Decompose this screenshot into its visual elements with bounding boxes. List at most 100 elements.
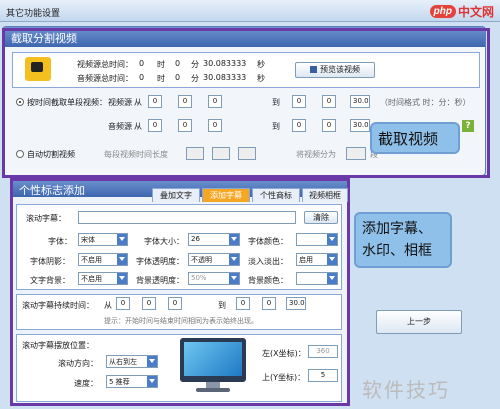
subtitle-input[interactable] [78,211,296,224]
font-select[interactable]: 宋体 [78,233,128,246]
top-y-input[interactable]: 5 [308,369,338,382]
audio-to-h[interactable]: 0 [292,119,306,132]
video-total-label: 视频源总时间： [77,60,133,69]
video-to-s[interactable]: 30.0 [350,95,370,108]
font-color-picker[interactable] [296,233,338,246]
audio-total-s-unit: 秒 [257,74,265,83]
audio-to-label: 到 [272,122,280,131]
auto-split-label: 自动切割视频 [27,150,75,159]
fade-select[interactable]: 启用 [296,253,338,266]
video-total-h-unit: 时 [157,60,165,69]
video-from-label: 从 [134,98,142,107]
preview-video-label: 预览该视频 [320,65,360,74]
duration-to-s[interactable]: 30.0 [286,297,306,310]
duration-from-h[interactable]: 0 [116,297,130,310]
duration-from-label: 从 [104,301,112,310]
duration-to-label: 到 [218,301,226,310]
subtitle-label: 滚动字幕： [26,214,66,223]
audio-total-m-unit: 分 [191,74,199,83]
logo-cn: 中文网 [457,4,494,19]
tab-add-subtitle[interactable]: 添加字幕 [202,188,250,202]
tab-bar: 叠加文字 添加字幕 个性商标 视频相框 [152,188,350,202]
manual-clip-radio[interactable] [16,98,24,106]
size-select[interactable]: 26 [188,233,240,246]
chevron-down-icon [329,237,335,241]
opacity-select[interactable]: 不透明 [188,253,240,266]
chevron-down-icon [149,379,155,383]
bg-value: 不启用 [81,275,102,283]
tab-custom-logo[interactable]: 个性商标 [252,188,300,202]
title-bar: 其它功能设置 php 中文网 [0,0,500,22]
duration-from-m[interactable]: 0 [142,297,156,310]
duration-to-m[interactable]: 0 [262,297,276,310]
chevron-down-icon [149,359,155,363]
logo-callout: 添加字幕、 水印、相框 [354,212,452,268]
bg-label: 文字背景： [30,276,70,285]
audio-from-m[interactable]: 0 [178,119,192,132]
opacity-value: 不透明 [191,256,212,264]
audio-from-h[interactable]: 0 [148,119,162,132]
chevron-down-icon [119,257,125,261]
left-x-label: 左(X坐标)： [262,349,306,358]
color-label: 字体颜色： [248,237,288,246]
auto-split-radio[interactable] [16,150,24,158]
time-format-hint: （时间格式 时：分：秒） [380,98,471,107]
tab-video-frame[interactable]: 视频相框 [302,188,348,202]
bg-color-label: 背景颜色： [248,276,288,285]
speed-select[interactable]: 5 推荐 [106,375,158,388]
tab-overlay-text[interactable]: 叠加文字 [152,188,200,202]
audio-total-h: 0 [139,73,145,82]
auto-every-m[interactable] [212,147,230,160]
clear-button[interactable]: 清除 [304,211,338,224]
video-total-h: 0 [139,59,145,68]
help-icon[interactable]: ? [462,120,474,132]
chevron-down-icon [119,237,125,241]
direction-select[interactable]: 从右到左 [106,355,158,368]
size-label: 字体大小： [144,237,184,246]
shadow-select[interactable]: 不启用 [78,253,128,266]
video-to-m[interactable]: 0 [322,95,336,108]
video-from-h[interactable]: 0 [148,95,162,108]
video-to-h[interactable]: 0 [292,95,306,108]
preview-video-button[interactable]: 预览该视频 [295,62,375,78]
prev-step-button[interactable]: 上一步 [376,310,462,334]
speed-label: 速度： [74,379,98,388]
fade-label: 淡入淡出： [248,257,288,266]
audio-total-h-unit: 时 [157,74,165,83]
site-logo: php 中文网 [429,2,494,20]
window-title: 其它功能设置 [6,9,61,19]
audio-from-s[interactable]: 0 [208,119,222,132]
clip-callout: 截取视频 [370,122,460,154]
audio-to-s[interactable]: 30.0 [350,119,370,132]
auto-every-s[interactable] [238,147,256,160]
chevron-down-icon [329,257,335,261]
bg-opacity-select[interactable]: 50% [188,272,240,285]
video-to-label: 到 [272,98,280,107]
watermark-text: 软件技巧 [362,378,450,402]
video-camera-icon [25,57,51,81]
monitor-preview-icon [180,338,246,394]
bg-select[interactable]: 不启用 [78,272,128,285]
position-label: 滚动字幕摆放位置： [22,341,94,350]
audio-source-label: 音频源 [108,122,132,131]
auto-every-h[interactable] [186,147,204,160]
opacity-label: 字体透明度： [136,257,184,266]
shadow-value: 不启用 [81,256,102,264]
duration-label: 滚动字幕持续时间： [22,301,94,310]
film-icon [310,66,317,73]
audio-to-m[interactable]: 0 [322,119,336,132]
shadow-label: 字体阴影： [30,257,70,266]
duration-from-s[interactable]: 0 [168,297,182,310]
fade-value: 启用 [299,256,313,264]
video-total-s-unit: 秒 [257,60,265,69]
left-x-input[interactable]: 360 [308,345,338,358]
video-from-m[interactable]: 0 [178,95,192,108]
direction-value: 从右到左 [109,358,137,366]
bg-opacity-label: 背景透明度： [136,276,184,285]
video-from-s[interactable]: 0 [208,95,222,108]
chevron-down-icon [329,276,335,280]
auto-split-count[interactable] [346,147,366,160]
duration-to-h[interactable]: 0 [236,297,250,310]
bg-color-picker[interactable] [296,272,338,285]
audio-from-label: 从 [134,122,142,131]
